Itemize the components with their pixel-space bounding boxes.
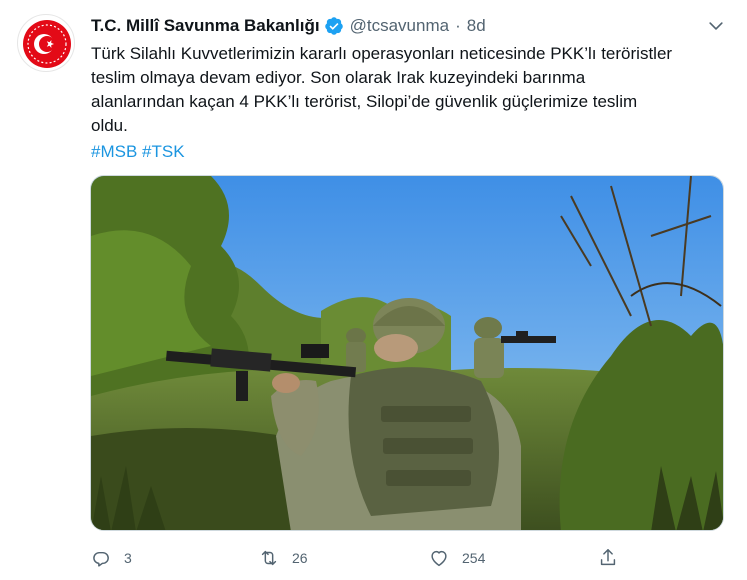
photo-soldiers-aiming-rifles (91, 176, 723, 530)
tweet-text: Türk Silahlı Kuvvetlerimizin kararlı ope… (91, 42, 731, 138)
avatar[interactable] (17, 14, 75, 72)
retweet-button[interactable]: 26 (258, 545, 308, 571)
separator-dot: · (455, 16, 461, 35)
like-count: 254 (462, 550, 486, 566)
share-icon (600, 549, 616, 566)
tweet-card[interactable]: T.C. Millî Savunma Bakanlığı @tcsavunma … (0, 0, 747, 580)
like-button[interactable]: 254 (428, 545, 485, 571)
reply-count: 3 (124, 550, 132, 566)
tweet-text-line: alanlarından kaçan 4 PKK’lı terörist, Si… (91, 92, 638, 111)
hashtag-msb[interactable]: #MSB (91, 142, 137, 161)
retweet-icon (261, 550, 277, 566)
tweet-text-line: Türk Silahlı Kuvvetlerimizin kararlı ope… (91, 44, 673, 63)
retweet-count: 26 (292, 550, 308, 566)
tweet-photo[interactable] (90, 175, 724, 531)
tweet-text-line: oldu. (91, 116, 128, 135)
reply-button[interactable]: 3 (90, 545, 132, 571)
author-name[interactable]: T.C. Millî Savunma Bakanlığı (91, 16, 320, 36)
share-button[interactable] (597, 545, 619, 571)
reply-icon (93, 551, 109, 567)
heart-icon (431, 550, 447, 567)
tweet-actions: 3 26 254 (90, 545, 630, 571)
hashtag-tsk[interactable]: #TSK (142, 142, 185, 161)
hashtag-list: #MSB #TSK (91, 140, 185, 164)
tweet-text-line: teslim olmaya devam ediyor. Son olarak I… (91, 68, 586, 87)
tweet-time[interactable]: 8d (467, 16, 486, 36)
author-handle[interactable]: @tcsavunma (350, 16, 449, 36)
tweet-header: T.C. Millî Savunma Bakanlığı @tcsavunma … (91, 14, 486, 38)
msb-emblem-icon (23, 20, 71, 68)
verified-badge-icon (324, 16, 344, 36)
chevron-down-icon[interactable] (706, 16, 726, 36)
